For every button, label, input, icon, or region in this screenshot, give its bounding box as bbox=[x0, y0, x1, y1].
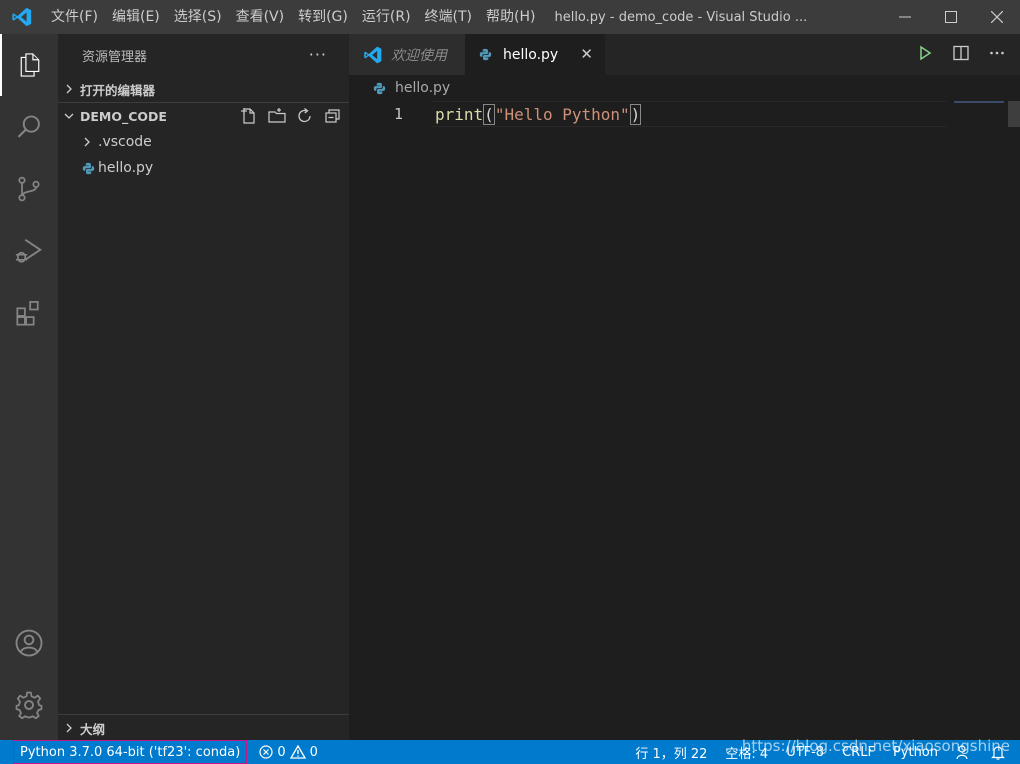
menu-go[interactable]: 转到(G) bbox=[291, 0, 355, 34]
tree-item-hello-py[interactable]: hello.py bbox=[58, 155, 349, 181]
menu-terminal[interactable]: 终端(T) bbox=[418, 0, 479, 34]
warning-icon bbox=[289, 745, 306, 759]
folder-name: DEMO_CODE bbox=[80, 108, 167, 124]
maximize-icon bbox=[945, 11, 957, 23]
tab-label: 欢迎使用 bbox=[391, 47, 447, 64]
search-button[interactable] bbox=[0, 96, 58, 158]
minimize-button[interactable] bbox=[882, 0, 928, 34]
menu-run[interactable]: 运行(R) bbox=[355, 0, 418, 34]
refresh-icon[interactable] bbox=[295, 106, 315, 126]
breadcrumb[interactable]: hello.py bbox=[349, 75, 1020, 101]
error-count: 0 bbox=[277, 744, 286, 760]
activity-bar bbox=[0, 34, 58, 740]
more-actions-icon[interactable]: ··· bbox=[309, 45, 327, 64]
collapse-all-icon[interactable] bbox=[323, 106, 343, 126]
new-file-icon[interactable] bbox=[239, 106, 259, 126]
line-number: 1 bbox=[393, 105, 403, 123]
sidebar-header: 资源管理器 ··· bbox=[58, 34, 349, 76]
chevron-down-icon bbox=[58, 111, 80, 121]
title-bar: 文件(F) 编辑(E) 选择(S) 查看(V) 转到(G) 运行(R) 终端(T… bbox=[0, 0, 1020, 34]
minimize-icon bbox=[899, 16, 911, 18]
vscode-logo-icon bbox=[364, 46, 382, 63]
run-debug-button[interactable] bbox=[0, 220, 58, 282]
menu-help[interactable]: 帮助(H) bbox=[479, 0, 542, 34]
gear-icon bbox=[15, 691, 43, 720]
problems-indicator[interactable]: 0 0 bbox=[259, 745, 318, 760]
menu-file[interactable]: 文件(F) bbox=[44, 0, 105, 34]
open-editors-section[interactable]: 打开的编辑器 bbox=[58, 76, 349, 102]
editor-actions bbox=[916, 44, 1006, 62]
chevron-right-icon bbox=[58, 723, 80, 733]
close-icon bbox=[991, 11, 1003, 23]
split-editor-icon[interactable] bbox=[952, 44, 970, 62]
minimap[interactable] bbox=[954, 101, 1004, 103]
folder-section[interactable]: DEMO_CODE bbox=[58, 102, 349, 129]
editor-tabs: 欢迎使用 hello.py ✕ bbox=[349, 34, 1020, 75]
run-debug-icon bbox=[15, 238, 42, 263]
code-line[interactable]: 1 print("Hello Python") bbox=[349, 101, 1020, 127]
chevron-right-icon bbox=[76, 137, 98, 147]
tab-hello-py[interactable]: hello.py ✕ bbox=[465, 34, 605, 75]
editor-area: 欢迎使用 hello.py ✕ hello.py 1 print("Hello … bbox=[349, 34, 1020, 740]
tree-item-label: .vscode bbox=[98, 134, 152, 150]
vscode-logo-icon bbox=[0, 0, 44, 34]
warning-count: 0 bbox=[309, 744, 318, 760]
chevron-right-icon bbox=[58, 84, 80, 94]
python-file-icon bbox=[373, 82, 391, 95]
python-interpreter-selector[interactable]: Python 3.7.0 64-bit ('tf23': conda) bbox=[13, 740, 248, 764]
interpreter-label: Python 3.7.0 64-bit ('tf23': conda) bbox=[20, 744, 241, 760]
cursor-position[interactable]: 行 1，列 22 bbox=[635, 743, 707, 762]
current-line-highlight bbox=[431, 101, 946, 127]
extensions-icon bbox=[16, 301, 39, 326]
menu-bar: 文件(F) 编辑(E) 选择(S) 查看(V) 转到(G) 运行(R) 终端(T… bbox=[44, 0, 542, 34]
watermark: https://blog.csdn.net/xiaosongshine bbox=[741, 737, 1010, 755]
search-icon bbox=[17, 115, 40, 138]
more-actions-icon[interactable] bbox=[988, 44, 1006, 62]
sidebar-title: 资源管理器 bbox=[82, 49, 148, 65]
menu-selection[interactable]: 选择(S) bbox=[167, 0, 229, 34]
source-control-button[interactable] bbox=[0, 158, 58, 220]
window-controls bbox=[882, 0, 1020, 34]
scrollbar-thumb[interactable] bbox=[1008, 101, 1020, 127]
python-file-icon bbox=[479, 48, 497, 61]
open-editors-label: 打开的编辑器 bbox=[80, 82, 156, 98]
python-file-icon bbox=[78, 162, 98, 175]
outline-label: 大纲 bbox=[80, 721, 106, 737]
maximize-button[interactable] bbox=[928, 0, 974, 34]
tab-welcome[interactable]: 欢迎使用 bbox=[349, 34, 465, 75]
tab-label: hello.py bbox=[503, 46, 559, 63]
tree-item-label: hello.py bbox=[98, 160, 154, 176]
close-window-button[interactable] bbox=[974, 0, 1020, 34]
extensions-button[interactable] bbox=[0, 282, 58, 344]
error-icon bbox=[259, 745, 273, 759]
folder-actions bbox=[239, 106, 343, 126]
menu-edit[interactable]: 编辑(E) bbox=[105, 0, 167, 34]
run-file-icon[interactable] bbox=[916, 44, 934, 62]
explorer-button[interactable] bbox=[0, 34, 58, 96]
close-tab-icon[interactable]: ✕ bbox=[580, 45, 593, 63]
new-folder-icon[interactable] bbox=[267, 106, 287, 126]
explorer-sidebar: 资源管理器 ··· 打开的编辑器 DEMO_CODE .vscode hello… bbox=[58, 34, 349, 740]
window-title: hello.py - demo_code - Visual Studio ... bbox=[554, 9, 808, 25]
files-icon bbox=[20, 53, 40, 77]
source-control-icon bbox=[18, 176, 40, 202]
tree-item-vscode-folder[interactable]: .vscode bbox=[58, 129, 349, 155]
accounts-button[interactable] bbox=[0, 612, 58, 674]
manage-button[interactable] bbox=[0, 674, 58, 736]
outline-section[interactable]: 大纲 bbox=[58, 714, 349, 741]
breadcrumb-file[interactable]: hello.py bbox=[395, 80, 450, 96]
account-icon bbox=[15, 629, 43, 657]
menu-view[interactable]: 查看(V) bbox=[229, 0, 292, 34]
